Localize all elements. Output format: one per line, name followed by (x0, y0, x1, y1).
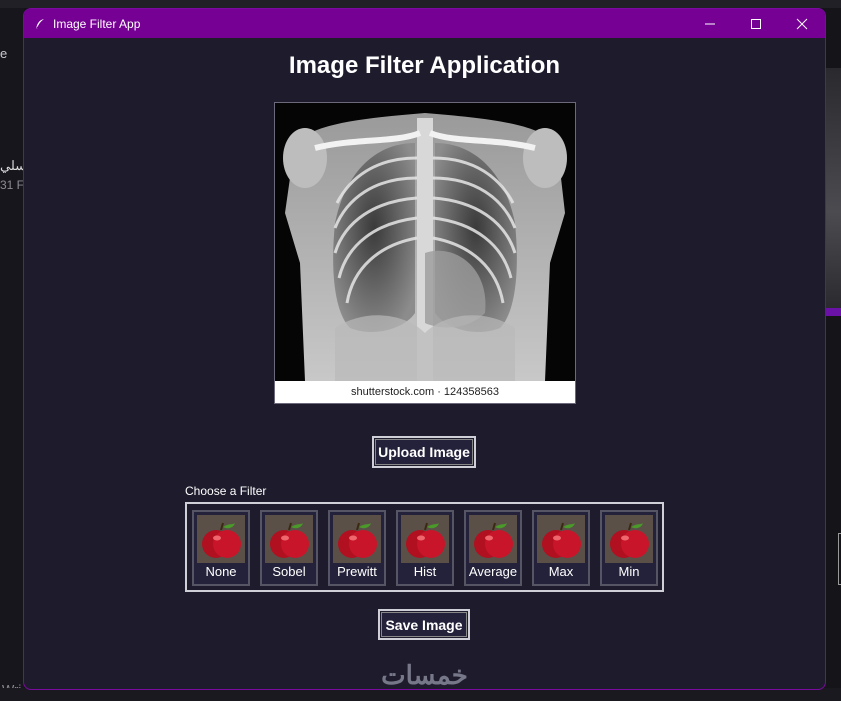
filter-option-average[interactable]: Average (464, 510, 522, 586)
background-window-right (824, 8, 841, 701)
close-button[interactable] (779, 9, 825, 38)
title-bar[interactable]: Image Filter App (24, 9, 825, 38)
save-image-button[interactable]: Save Image (378, 609, 470, 640)
page-title: Image Filter Application (288, 52, 561, 79)
watermark-logo: خمسات (381, 660, 468, 690)
maximize-button[interactable] (733, 9, 779, 38)
filter-option-none[interactable]: None (192, 510, 250, 586)
filter-selector: None Sobel Prewitt Hist Average Max Min (185, 502, 664, 592)
apple-thumbnail-icon (469, 515, 517, 563)
filter-label: Hist (413, 564, 437, 579)
desktop-top-strip (0, 0, 841, 8)
apple-thumbnail-icon (333, 515, 381, 563)
filter-option-sobel[interactable]: Sobel (260, 510, 318, 586)
image-caption: shutterstock.com · 124358563 (275, 381, 575, 403)
filter-label: Max (548, 564, 574, 579)
background-image (824, 68, 841, 308)
preview-image: shutterstock.com · 124358563 (274, 102, 576, 404)
feather-icon (34, 18, 46, 30)
filter-label: None (205, 564, 237, 579)
maximize-icon (751, 18, 761, 29)
window-title: Image Filter App (53, 16, 141, 31)
filter-option-max[interactable]: Max (532, 510, 590, 586)
apple-thumbnail-icon (605, 515, 653, 563)
filter-option-min[interactable]: Min (600, 510, 658, 586)
apple-thumbnail-icon (401, 515, 449, 563)
app-content: Image Filter Application shutterstock.co… (24, 38, 825, 689)
filter-label: Prewitt (337, 564, 377, 579)
close-icon (796, 18, 808, 29)
background-text-fragment: 31 F (0, 178, 25, 192)
filter-option-hist[interactable]: Hist (396, 510, 454, 586)
filter-section-label: Choose a Filter (185, 484, 267, 498)
minimize-icon (705, 23, 715, 24)
filter-label: Average (468, 564, 518, 579)
window-controls (687, 9, 825, 38)
filter-label: Sobel (272, 564, 306, 579)
filter-label: Min (618, 564, 640, 579)
background-accent-bar (824, 308, 841, 316)
apple-thumbnail-icon (265, 515, 313, 563)
background-window-left: e سلي 31 F Wri (0, 8, 26, 701)
background-text-fragment: e (0, 46, 8, 61)
upload-image-button[interactable]: Upload Image (372, 436, 476, 468)
app-window: Image Filter App Image Filter Applicatio… (23, 8, 826, 690)
minimize-button[interactable] (687, 9, 733, 38)
chest-xray-image (275, 103, 575, 381)
apple-thumbnail-icon (197, 515, 245, 563)
apple-thumbnail-icon (537, 515, 585, 563)
filter-option-prewitt[interactable]: Prewitt (328, 510, 386, 586)
